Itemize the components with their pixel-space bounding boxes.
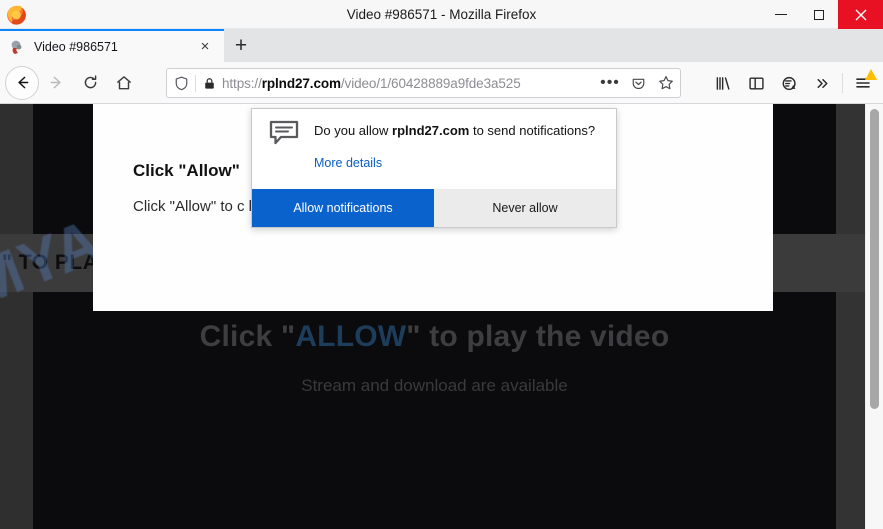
bookmark-star-button[interactable] [652,75,680,91]
toolbar-divider [842,73,843,93]
tab-close-icon[interactable]: × [192,34,218,60]
panel-heading: Click "Allow" [133,161,240,180]
overflow-menu-button[interactable] [806,66,839,100]
tab-title: Video #986571 [34,39,118,54]
app-menu-button[interactable] [846,66,879,100]
notification-permission-dialog: Do you allow rplnd27.com to send notific… [251,108,617,228]
dialog-body: Do you allow rplnd27.com to send notific… [252,109,616,191]
home-button[interactable] [107,66,141,100]
headline-before: Click " [199,320,296,353]
chevron-double-right-icon [817,78,828,88]
new-tab-button[interactable]: + [226,32,256,60]
toolbar-right-group [707,62,883,104]
page-right-gutter [836,104,865,529]
reload-button[interactable] [73,66,107,100]
question-suffix: to send notifications? [469,123,596,138]
scrollbar-thumb[interactable] [870,109,879,409]
headline-after: " to play the video [406,320,670,353]
question-prefix: Do you allow [314,123,393,138]
video-headline: Click "ALLOW" to play the video [33,320,836,354]
allow-notifications-button[interactable]: Allow notifications [252,189,434,227]
forward-arrow-icon [50,76,61,89]
connection-secure-lock-icon[interactable] [196,77,222,90]
firefox-window: Video #986571 - Mozilla Firefox Video #9… [0,0,883,529]
url-bar[interactable]: https://rplnd27.com/video/1/60428889a9fd… [166,68,681,98]
dialog-buttons: Allow notifications Never allow [252,189,616,227]
title-bar: Video #986571 - Mozilla Firefox [0,0,883,29]
url-text[interactable]: https://rplnd27.com/video/1/60428889a9fd… [222,76,596,91]
url-path: /video/1/60428889a9fde3a525 [340,75,521,91]
reload-icon [84,75,96,89]
never-allow-button[interactable]: Never allow [434,189,616,227]
url-domain: rplnd27.com [261,75,341,91]
tracking-protection-shield-icon[interactable] [167,76,195,91]
update-warning-badge-icon [865,69,877,80]
video-subtext: Stream and download are available [301,376,568,395]
vertical-scrollbar[interactable] [865,104,883,529]
notification-bubble-icon [269,120,299,146]
sidebar-button[interactable] [740,66,773,100]
more-details-link[interactable]: More details [314,156,382,170]
library-button[interactable] [707,66,740,100]
back-arrow-icon [17,76,28,89]
library-icon [716,76,730,90]
permission-question: Do you allow rplnd27.com to send notific… [314,123,595,138]
browser-tab[interactable]: Video #986571 × [0,29,224,62]
page-favicon-icon [9,39,25,55]
home-icon [117,75,131,89]
page-actions-button[interactable]: ••• [596,74,624,92]
sync-account-button[interactable] [773,66,806,100]
forward-button[interactable] [39,66,73,100]
close-icon [855,9,866,20]
url-protocol: https:// [222,75,262,91]
window-title: Video #986571 - Mozilla Firefox [346,7,537,22]
maximize-button[interactable] [800,0,838,29]
account-sync-icon [782,76,796,90]
close-button[interactable] [838,0,883,29]
headline-highlight: ALLOW [295,320,407,353]
pocket-button[interactable] [624,76,652,91]
question-domain: rplnd27.com [392,123,470,138]
minimize-button[interactable] [762,0,800,29]
tab-strip: Video #986571 × + [0,29,883,62]
back-button[interactable] [5,65,39,100]
page-left-gutter [0,104,33,529]
sidebar-icon [749,77,764,89]
